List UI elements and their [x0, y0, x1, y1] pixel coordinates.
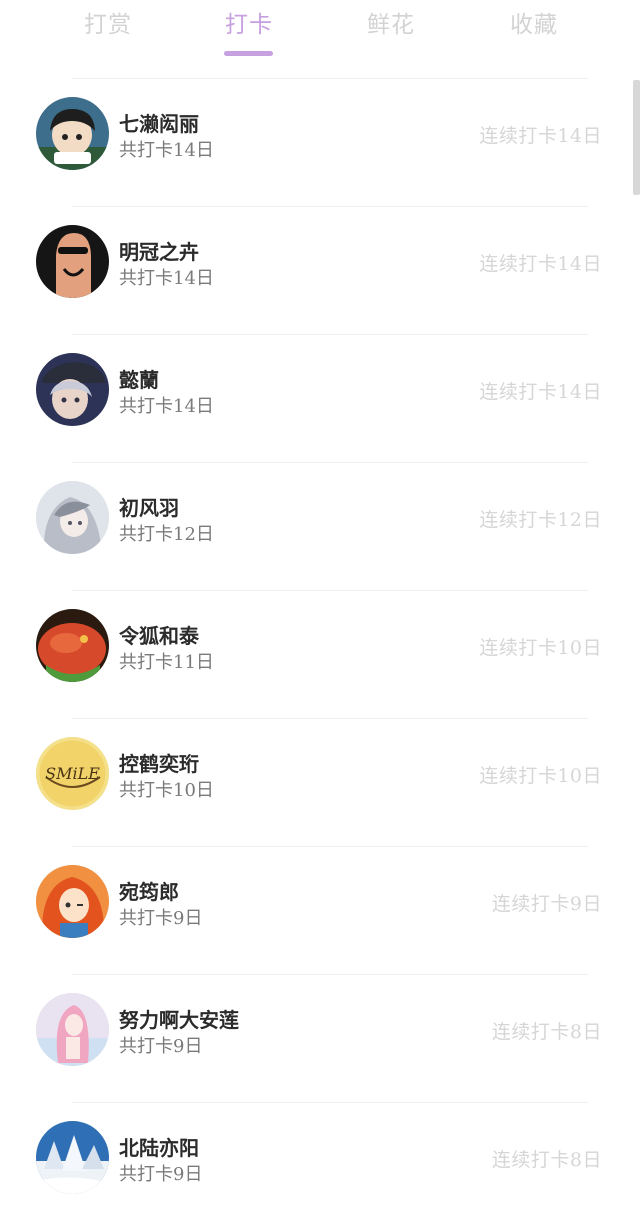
cartoon-girl-avatar[interactable]: [36, 865, 109, 938]
tab-flowers[interactable]: 鲜花: [331, 8, 451, 42]
user-name: 懿蘭: [119, 368, 159, 392]
user-name: 七濑闳丽: [119, 112, 199, 136]
divider: [72, 718, 588, 719]
divider: [72, 974, 588, 975]
divider: [72, 78, 588, 79]
total-checkin: 共打卡14日: [119, 396, 214, 417]
user-name: 宛筠郎: [119, 880, 179, 904]
user-name: 初风羽: [119, 496, 179, 520]
total-checkin: 共打卡9日: [119, 908, 203, 929]
svg-text:SMiLE: SMiLE: [45, 764, 100, 783]
user-name: 北陆亦阳: [119, 1136, 199, 1160]
checkin-list: 七濑闳丽 共打卡14日 连续打卡14日 明冠之卉 共打卡14日 连续打卡14日: [0, 78, 640, 1230]
streak-checkin: 连续打卡14日: [479, 381, 602, 403]
streak-checkin: 连续打卡9日: [491, 893, 602, 915]
smile-logo-avatar[interactable]: SMiLE: [36, 737, 109, 810]
list-item[interactable]: 宛筠郎 共打卡9日 连续打卡9日: [0, 846, 640, 974]
divider: [72, 334, 588, 335]
streak-checkin: 连续打卡14日: [479, 125, 602, 147]
total-checkin: 共打卡9日: [119, 1164, 203, 1185]
vertical-scrollbar[interactable]: [633, 80, 640, 195]
divider: [72, 846, 588, 847]
tab-reward[interactable]: 打赏: [48, 8, 168, 42]
streak-checkin: 连续打卡8日: [491, 1021, 602, 1043]
streak-checkin: 连续打卡14日: [479, 253, 602, 275]
list-item[interactable]: SMiLE 控鹤奕珩 共打卡10日 连续打卡10日: [0, 718, 640, 846]
total-checkin: 共打卡14日: [119, 268, 214, 289]
divider: [72, 462, 588, 463]
tab-favorites[interactable]: 收藏: [474, 8, 594, 42]
list-item[interactable]: 努力啊大安莲 共打卡9日 连续打卡8日: [0, 974, 640, 1102]
list-item[interactable]: 懿蘭 共打卡14日 连续打卡14日: [0, 334, 640, 462]
list-item[interactable]: 令狐和泰 共打卡11日 连续打卡10日: [0, 590, 640, 718]
total-checkin: 共打卡10日: [119, 780, 214, 801]
snow-landscape-avatar[interactable]: [36, 1121, 109, 1194]
streak-checkin: 连续打卡10日: [479, 637, 602, 659]
streak-checkin: 连续打卡10日: [479, 765, 602, 787]
user-name: 明冠之卉: [119, 240, 199, 264]
food-dish-avatar[interactable]: [36, 609, 109, 682]
divider: [72, 590, 588, 591]
streak-checkin: 连续打卡12日: [479, 509, 602, 531]
total-checkin: 共打卡9日: [119, 1036, 203, 1057]
cartoon-boy-avatar[interactable]: [36, 97, 109, 170]
list-item[interactable]: 初风羽 共打卡12日 连续打卡12日: [0, 462, 640, 590]
tab-checkin[interactable]: 打卡: [189, 8, 309, 42]
user-name: 令狐和泰: [119, 624, 199, 648]
list-item[interactable]: 七濑闳丽 共打卡14日 连续打卡14日: [0, 78, 640, 206]
anime-girl-avatar[interactable]: [36, 481, 109, 554]
list-item[interactable]: 北陆亦阳 共打卡9日 连续打卡8日: [0, 1102, 640, 1230]
streak-checkin: 连续打卡8日: [491, 1149, 602, 1171]
user-name: 控鹤奕珩: [119, 752, 199, 776]
anime-character-avatar[interactable]: [36, 353, 109, 426]
pink-hair-girl-avatar[interactable]: [36, 993, 109, 1066]
total-checkin: 共打卡14日: [119, 140, 214, 161]
list-item[interactable]: 明冠之卉 共打卡14日 连续打卡14日: [0, 206, 640, 334]
active-tab-indicator: [224, 51, 273, 56]
user-name: 努力啊大安莲: [119, 1008, 239, 1032]
divider: [72, 206, 588, 207]
finger-face-avatar[interactable]: [36, 225, 109, 298]
tab-bar: 打赏 打卡 鲜花 收藏: [0, 0, 640, 62]
divider: [72, 1102, 588, 1103]
total-checkin: 共打卡11日: [119, 652, 214, 673]
total-checkin: 共打卡12日: [119, 524, 214, 545]
